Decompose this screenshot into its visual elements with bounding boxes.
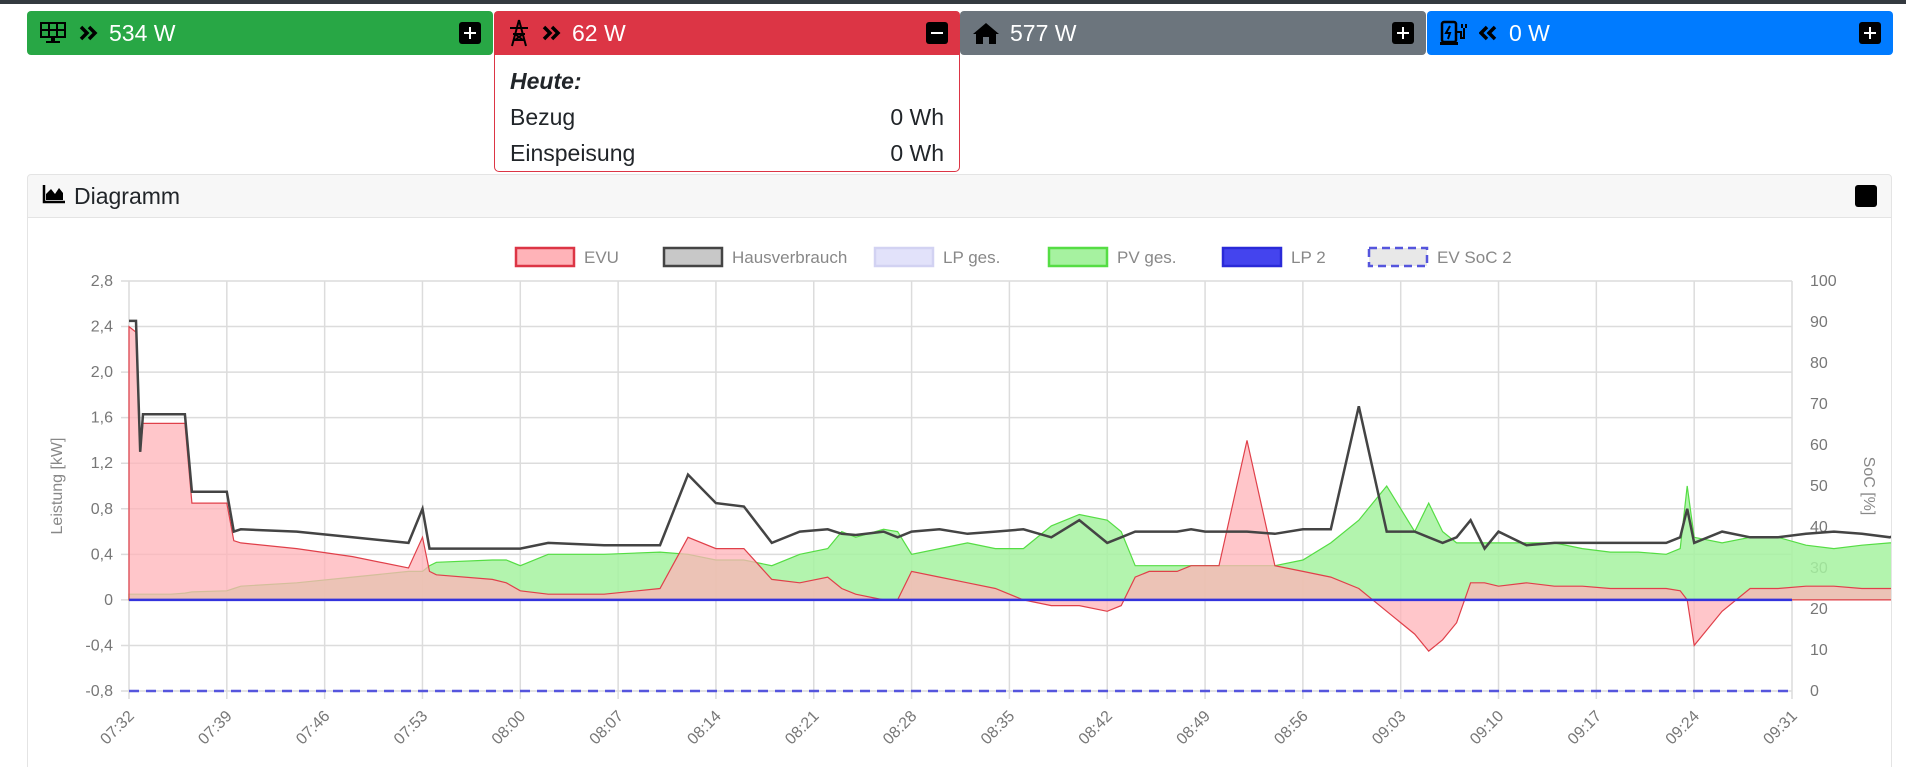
x-tick-label: 08:21 [782,708,822,748]
y2-tick-label: 90 [1810,314,1828,331]
legend-swatch [662,246,724,268]
pv-card-header[interactable]: 534 W [27,11,493,55]
x-tick-label: 08:35 [978,708,1018,748]
y-axis-title: Leistung [kW] [49,438,66,535]
y2-axis-title: SoC [%] [1860,457,1877,516]
legend-swatch [873,246,935,268]
legend-swatch [1367,246,1429,268]
x-tick-label: 09:31 [1760,708,1800,748]
x-tick-label: 09:24 [1663,708,1703,748]
y-tick-label: 0,4 [91,546,113,563]
legend-label: LP ges. [943,248,1000,267]
evu-detail-row-bezug: Bezug 0 Wh [510,99,944,135]
legend-label: PV ges. [1117,248,1177,267]
solar-panel-icon [39,21,69,45]
detail-label: Bezug [510,103,576,130]
y2-tick-label: 60 [1810,437,1828,454]
legend-label: LP 2 [1291,248,1326,267]
chargepoint-card-header[interactable]: 0 W [1427,11,1893,55]
area-chart-icon [42,183,66,210]
x-tick-label: 08:07 [587,708,627,748]
x-tick-label: 08:00 [489,708,529,748]
double-chevron-right-icon [542,25,562,41]
legend-swatch [514,246,576,268]
legend-label: EVU [584,248,619,267]
detail-label: Einspeisung [510,139,636,166]
x-tick-label: 07:53 [391,708,431,748]
y-tick-label: -0,4 [85,637,113,654]
y-tick-label: 1,6 [91,410,113,427]
legend-swatch [1047,246,1109,268]
legend-swatch [1221,246,1283,268]
x-tick-label: 08:28 [880,708,920,748]
x-tick-label: 09:10 [1467,708,1507,748]
y2-tick-label: 70 [1810,396,1828,413]
x-tick-label: 08:42 [1076,708,1116,748]
y2-tick-label: 50 [1810,478,1828,495]
x-tick-label: 09:17 [1565,708,1605,748]
evu-power-value: 62 W [572,19,626,46]
diagram-title: Diagramm [74,182,181,209]
y2-tick-label: 80 [1810,355,1828,372]
evu-detail-row-einspeisung: Einspeisung 0 Wh [510,135,944,171]
y2-tick-label: 0 [1810,683,1819,700]
y-tick-label: 2,4 [91,319,113,336]
x-tick-label: 08:14 [684,708,724,748]
double-chevron-right-icon [79,25,99,41]
home-icon [972,21,1000,45]
expand-plus-icon[interactable] [1859,22,1881,44]
charging-station-icon [1439,20,1469,46]
pv-power-value: 534 W [109,19,176,46]
power-tower-icon [506,19,532,47]
x-tick-label: 08:56 [1271,708,1311,748]
collapse-minus-icon[interactable] [926,22,948,44]
detail-value: 0 Wh [890,139,944,166]
x-tick-label: 09:03 [1369,708,1409,748]
top-navbar-strip [0,0,1906,4]
y2-tick-label: 20 [1810,601,1828,618]
house-power-value: 577 W [1010,19,1077,46]
y-tick-label: 2,8 [91,273,113,290]
house-card-header[interactable]: 577 W [960,11,1426,55]
y-tick-label: 0,8 [91,501,113,518]
diagram-card-header[interactable]: Diagramm [27,174,1892,218]
expand-plus-icon[interactable] [459,22,481,44]
y-tick-label: 1,2 [91,455,113,472]
x-tick-label: 07:32 [97,708,137,748]
legend-label: EV SoC 2 [1437,248,1512,267]
diagram-body: 2,8 2,4 2,0 1,6 1,2 0,8 0,4 0 -0,4 -0,8 100 90 80 70 6… [27,218,1906,767]
collapse-minus-icon[interactable] [1855,185,1877,207]
y-tick-label: 0 [104,592,113,609]
legend-label: Hausverbrauch [732,248,847,267]
power-chart: 2,82,42,01,61,20,80,40-0,4-0,81009080706… [49,246,1906,748]
evu-card-header[interactable]: 62 W [494,11,960,55]
x-tick-label: 07:39 [195,708,235,748]
expand-plus-icon[interactable] [1392,22,1414,44]
evu-details-panel: Heute: Bezug 0 Wh Einspeisung 0 Wh [494,55,960,172]
x-tick-label: 07:46 [293,708,333,748]
y-tick-label: 2,0 [91,364,113,381]
today-heading: Heute: [510,67,582,94]
x-tick-label: 08:49 [1174,708,1214,748]
chargepoint-power-value: 0 W [1509,19,1550,46]
double-chevron-left-icon [1479,25,1499,41]
y-tick-label: -0,8 [85,683,113,700]
detail-value: 0 Wh [890,103,944,130]
y2-tick-label: 100 [1810,273,1837,290]
y2-tick-label: 10 [1810,642,1828,659]
